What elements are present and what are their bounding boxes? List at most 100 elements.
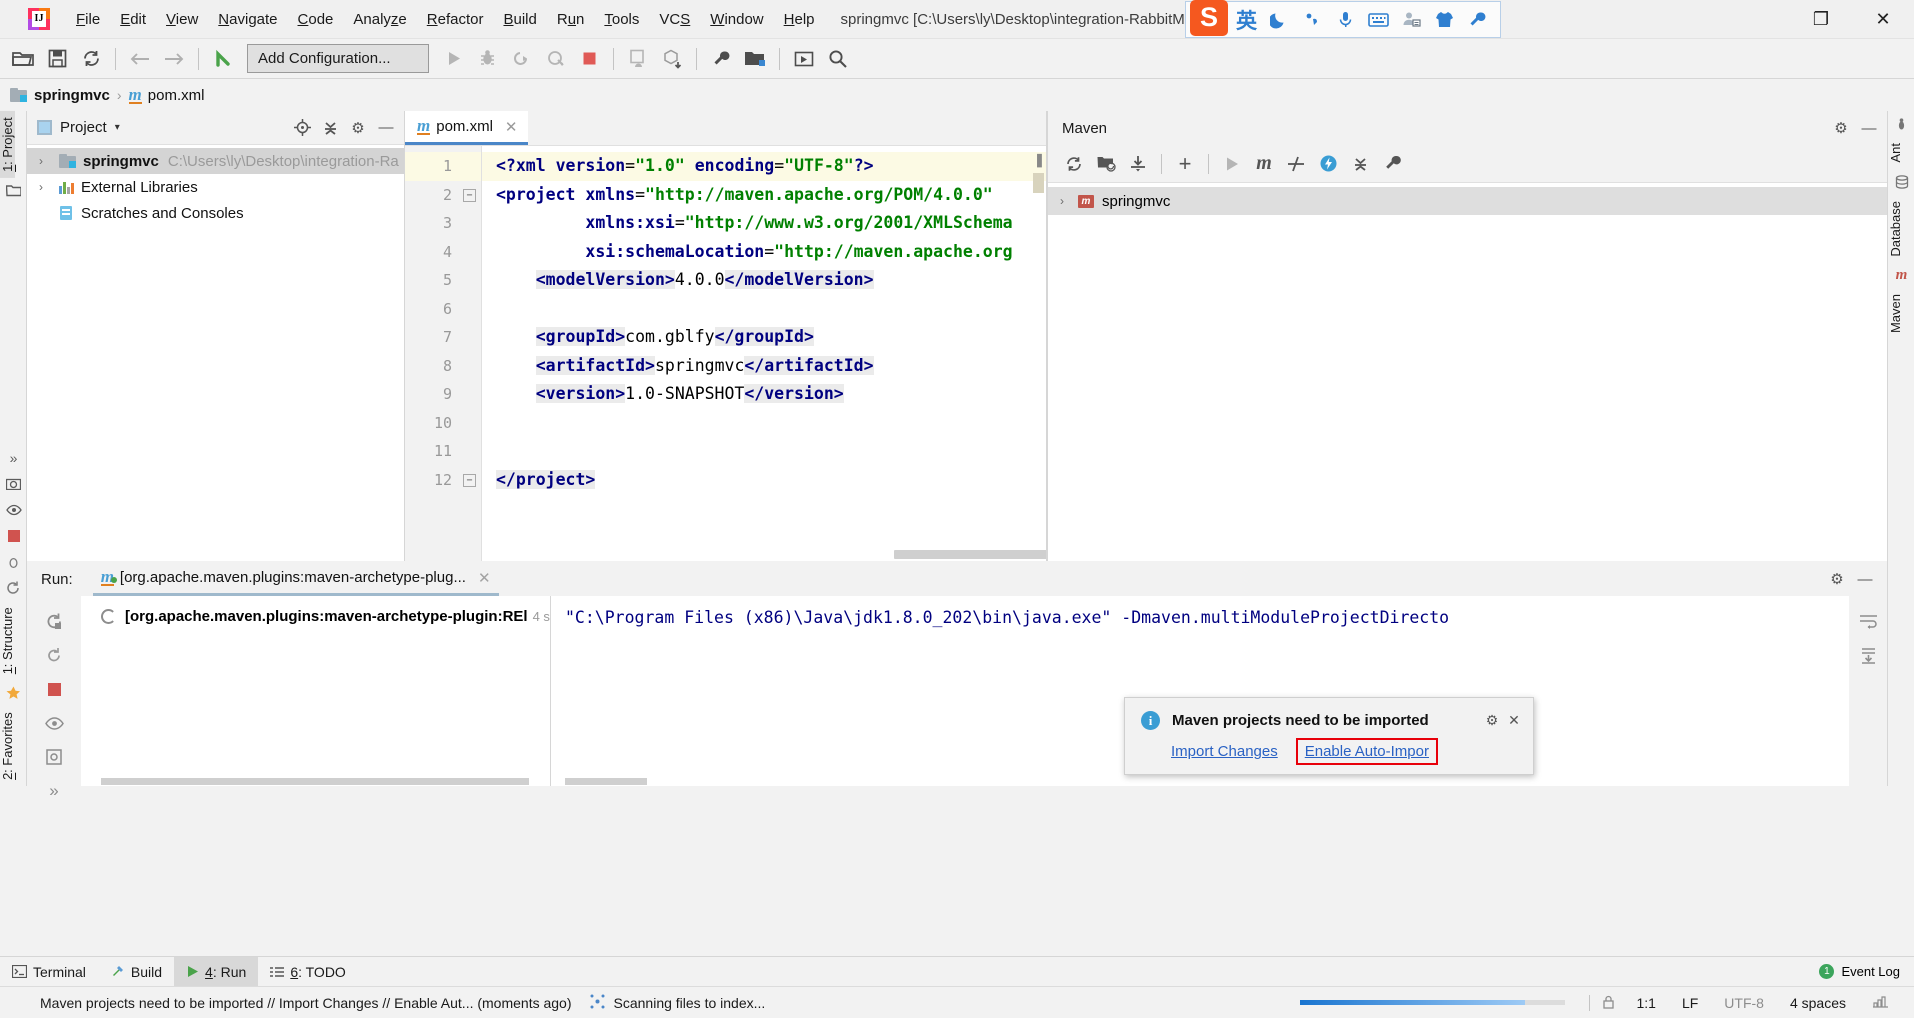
debugger-icon[interactable] — [0, 549, 27, 575]
menu-help[interactable]: Help — [774, 0, 825, 39]
menu-edit[interactable]: Edit — [110, 0, 156, 39]
expand-arrow-icon[interactable]: › — [39, 180, 55, 194]
soft-keyboard-icon[interactable] — [1362, 3, 1395, 36]
sidebar-tab-maven[interactable]: Maven — [1888, 288, 1903, 339]
bottom-tab-todo[interactable]: 6: TODO — [258, 957, 358, 987]
maven-settings-wrench-icon[interactable] — [1376, 149, 1408, 179]
close-run-tab-icon[interactable]: ✕ — [478, 569, 491, 587]
project-structure-icon[interactable] — [738, 42, 772, 76]
ant-build-icon[interactable] — [1888, 111, 1914, 137]
locate-file-icon[interactable] — [288, 114, 316, 142]
skin-icon[interactable] — [1428, 3, 1461, 36]
export-output-icon[interactable] — [27, 740, 81, 774]
memory-indicator-icon[interactable] — [1872, 994, 1889, 1012]
sidebar-tab-project[interactable]: 1: Project — [0, 111, 15, 178]
bottom-tab-terminal[interactable]: Terminal — [0, 957, 98, 987]
menu-file[interactable]: File — [66, 0, 110, 39]
eye-preview-icon[interactable] — [0, 497, 27, 523]
profile-icon[interactable] — [538, 42, 572, 76]
run-tree-scrollbar[interactable] — [101, 776, 536, 786]
tree-node-external-libraries[interactable]: › External Libraries — [27, 174, 404, 200]
read-only-lock-icon[interactable] — [1602, 995, 1617, 1010]
tree-node-springmvc[interactable]: › springmvc C:\Users\ly\Desktop\integrat… — [27, 148, 404, 174]
toggle-offline-mode-icon[interactable] — [1312, 149, 1344, 179]
scroll-to-end-icon[interactable] — [1849, 638, 1887, 672]
code-editor[interactable]: 1 2 − 3 4 5 6 7 8 9 10 11 12 − <?xml ver… — [405, 146, 1046, 561]
user-icon[interactable] — [1395, 3, 1428, 36]
status-message[interactable]: Maven projects need to be imported // Im… — [40, 995, 572, 1011]
toggle-skip-tests-icon[interactable] — [1280, 149, 1312, 179]
run-icon[interactable] — [436, 42, 470, 76]
add-maven-project-icon[interactable]: + — [1169, 149, 1201, 179]
fold-marker-icon[interactable]: − — [463, 188, 476, 202]
sogou-logo-icon[interactable]: S — [1186, 0, 1230, 37]
download-sources-icon[interactable] — [1122, 149, 1154, 179]
sidebar-tab-ant[interactable]: Ant — [1888, 137, 1903, 169]
close-notification-icon[interactable]: ✕ — [1503, 709, 1525, 731]
collapse-maven-tree-icon[interactable] — [1344, 149, 1376, 179]
hide-maven-panel-icon[interactable]: — — [1855, 114, 1883, 142]
close-window-button[interactable]: ✕ — [1852, 0, 1914, 39]
collapse-all-icon[interactable] — [316, 114, 344, 142]
line-separator[interactable]: LF — [1682, 995, 1698, 1011]
chevron-down-icon[interactable]: ▾ — [115, 122, 120, 133]
restore-button[interactable]: ❐ — [1790, 0, 1852, 39]
open-project-icon[interactable] — [6, 42, 40, 76]
more-tool-windows-icon[interactable]: » — [0, 445, 27, 471]
tree-node-scratches[interactable]: Scratches and Consoles — [27, 200, 404, 226]
microphone-icon[interactable] — [1329, 3, 1362, 36]
moon-icon[interactable] — [1263, 3, 1296, 36]
left-strip-folder-icon[interactable] — [0, 178, 27, 204]
show-passed-icon[interactable] — [27, 706, 81, 740]
expand-arrow-icon[interactable]: › — [39, 154, 55, 168]
rerun-icon[interactable] — [0, 575, 27, 601]
run-configuration-tab[interactable]: m [org.apache.maven.plugins:maven-archet… — [92, 562, 499, 596]
file-encoding[interactable]: UTF-8 — [1724, 995, 1764, 1011]
breadcrumb-project[interactable]: springmvc — [34, 87, 110, 104]
reimport-projects-icon[interactable] — [1058, 149, 1090, 179]
screenshot-icon[interactable] — [0, 471, 27, 497]
menu-refactor[interactable]: Refactor — [417, 0, 494, 39]
avd-manager-icon[interactable] — [621, 42, 655, 76]
navigate-forward-icon[interactable] — [157, 42, 191, 76]
run-settings-gear-icon[interactable]: ⚙ — [1823, 565, 1851, 593]
settings-gear-wrench-icon[interactable] — [704, 42, 738, 76]
soft-wrap-icon[interactable] — [1849, 604, 1887, 638]
enable-auto-import-link[interactable]: Enable Auto-Impor — [1295, 738, 1438, 765]
sidebar-tab-favorites[interactable]: 2: Favorites — [0, 706, 15, 786]
stop-process-icon[interactable] — [27, 672, 81, 706]
update-project-icon[interactable] — [787, 42, 821, 76]
menu-vcs[interactable]: VCS — [649, 0, 700, 39]
menu-analyze[interactable]: Analyze — [343, 0, 416, 39]
debug-icon[interactable] — [470, 42, 504, 76]
sidebar-tab-database[interactable]: Database — [1888, 195, 1903, 263]
project-settings-gear-icon[interactable]: ⚙ — [344, 114, 372, 142]
toolbox-icon[interactable] — [1461, 3, 1494, 36]
ime-language-mode-icon[interactable]: 英 — [1230, 3, 1263, 36]
editor-vertical-scrollbar[interactable] — [1033, 173, 1044, 193]
search-everywhere-icon[interactable] — [821, 42, 855, 76]
save-all-icon[interactable] — [40, 42, 74, 76]
close-tab-icon[interactable]: ✕ — [505, 118, 518, 136]
notification-settings-gear-icon[interactable]: ⚙ — [1481, 709, 1503, 731]
rerun-icon[interactable] — [27, 604, 81, 638]
menu-view[interactable]: View — [156, 0, 208, 39]
maven-settings-gear-icon[interactable]: ⚙ — [1827, 114, 1855, 142]
menu-tools[interactable]: Tools — [594, 0, 649, 39]
rerun-failed-tests-icon[interactable] — [27, 638, 81, 672]
build-project-icon[interactable] — [206, 42, 240, 76]
bottom-tab-run[interactable]: 4: Run — [174, 956, 259, 987]
menu-code[interactable]: Code — [288, 0, 344, 39]
maven-m-icon[interactable]: m — [1888, 262, 1914, 288]
editor-horizontal-scrollbar[interactable] — [482, 547, 1046, 561]
sdk-manager-icon[interactable] — [655, 42, 689, 76]
run-with-coverage-icon[interactable] — [504, 42, 538, 76]
sync-icon[interactable] — [74, 42, 108, 76]
execute-maven-goal-icon[interactable]: m — [1248, 149, 1280, 179]
add-configuration-button[interactable]: Add Configuration... — [247, 44, 429, 73]
stop-process-icon[interactable] — [0, 523, 27, 549]
run-maven-build-icon[interactable] — [1216, 149, 1248, 179]
console-scrollbar[interactable] — [565, 776, 865, 786]
menu-window[interactable]: Window — [700, 0, 773, 39]
menu-navigate[interactable]: Navigate — [208, 0, 287, 39]
